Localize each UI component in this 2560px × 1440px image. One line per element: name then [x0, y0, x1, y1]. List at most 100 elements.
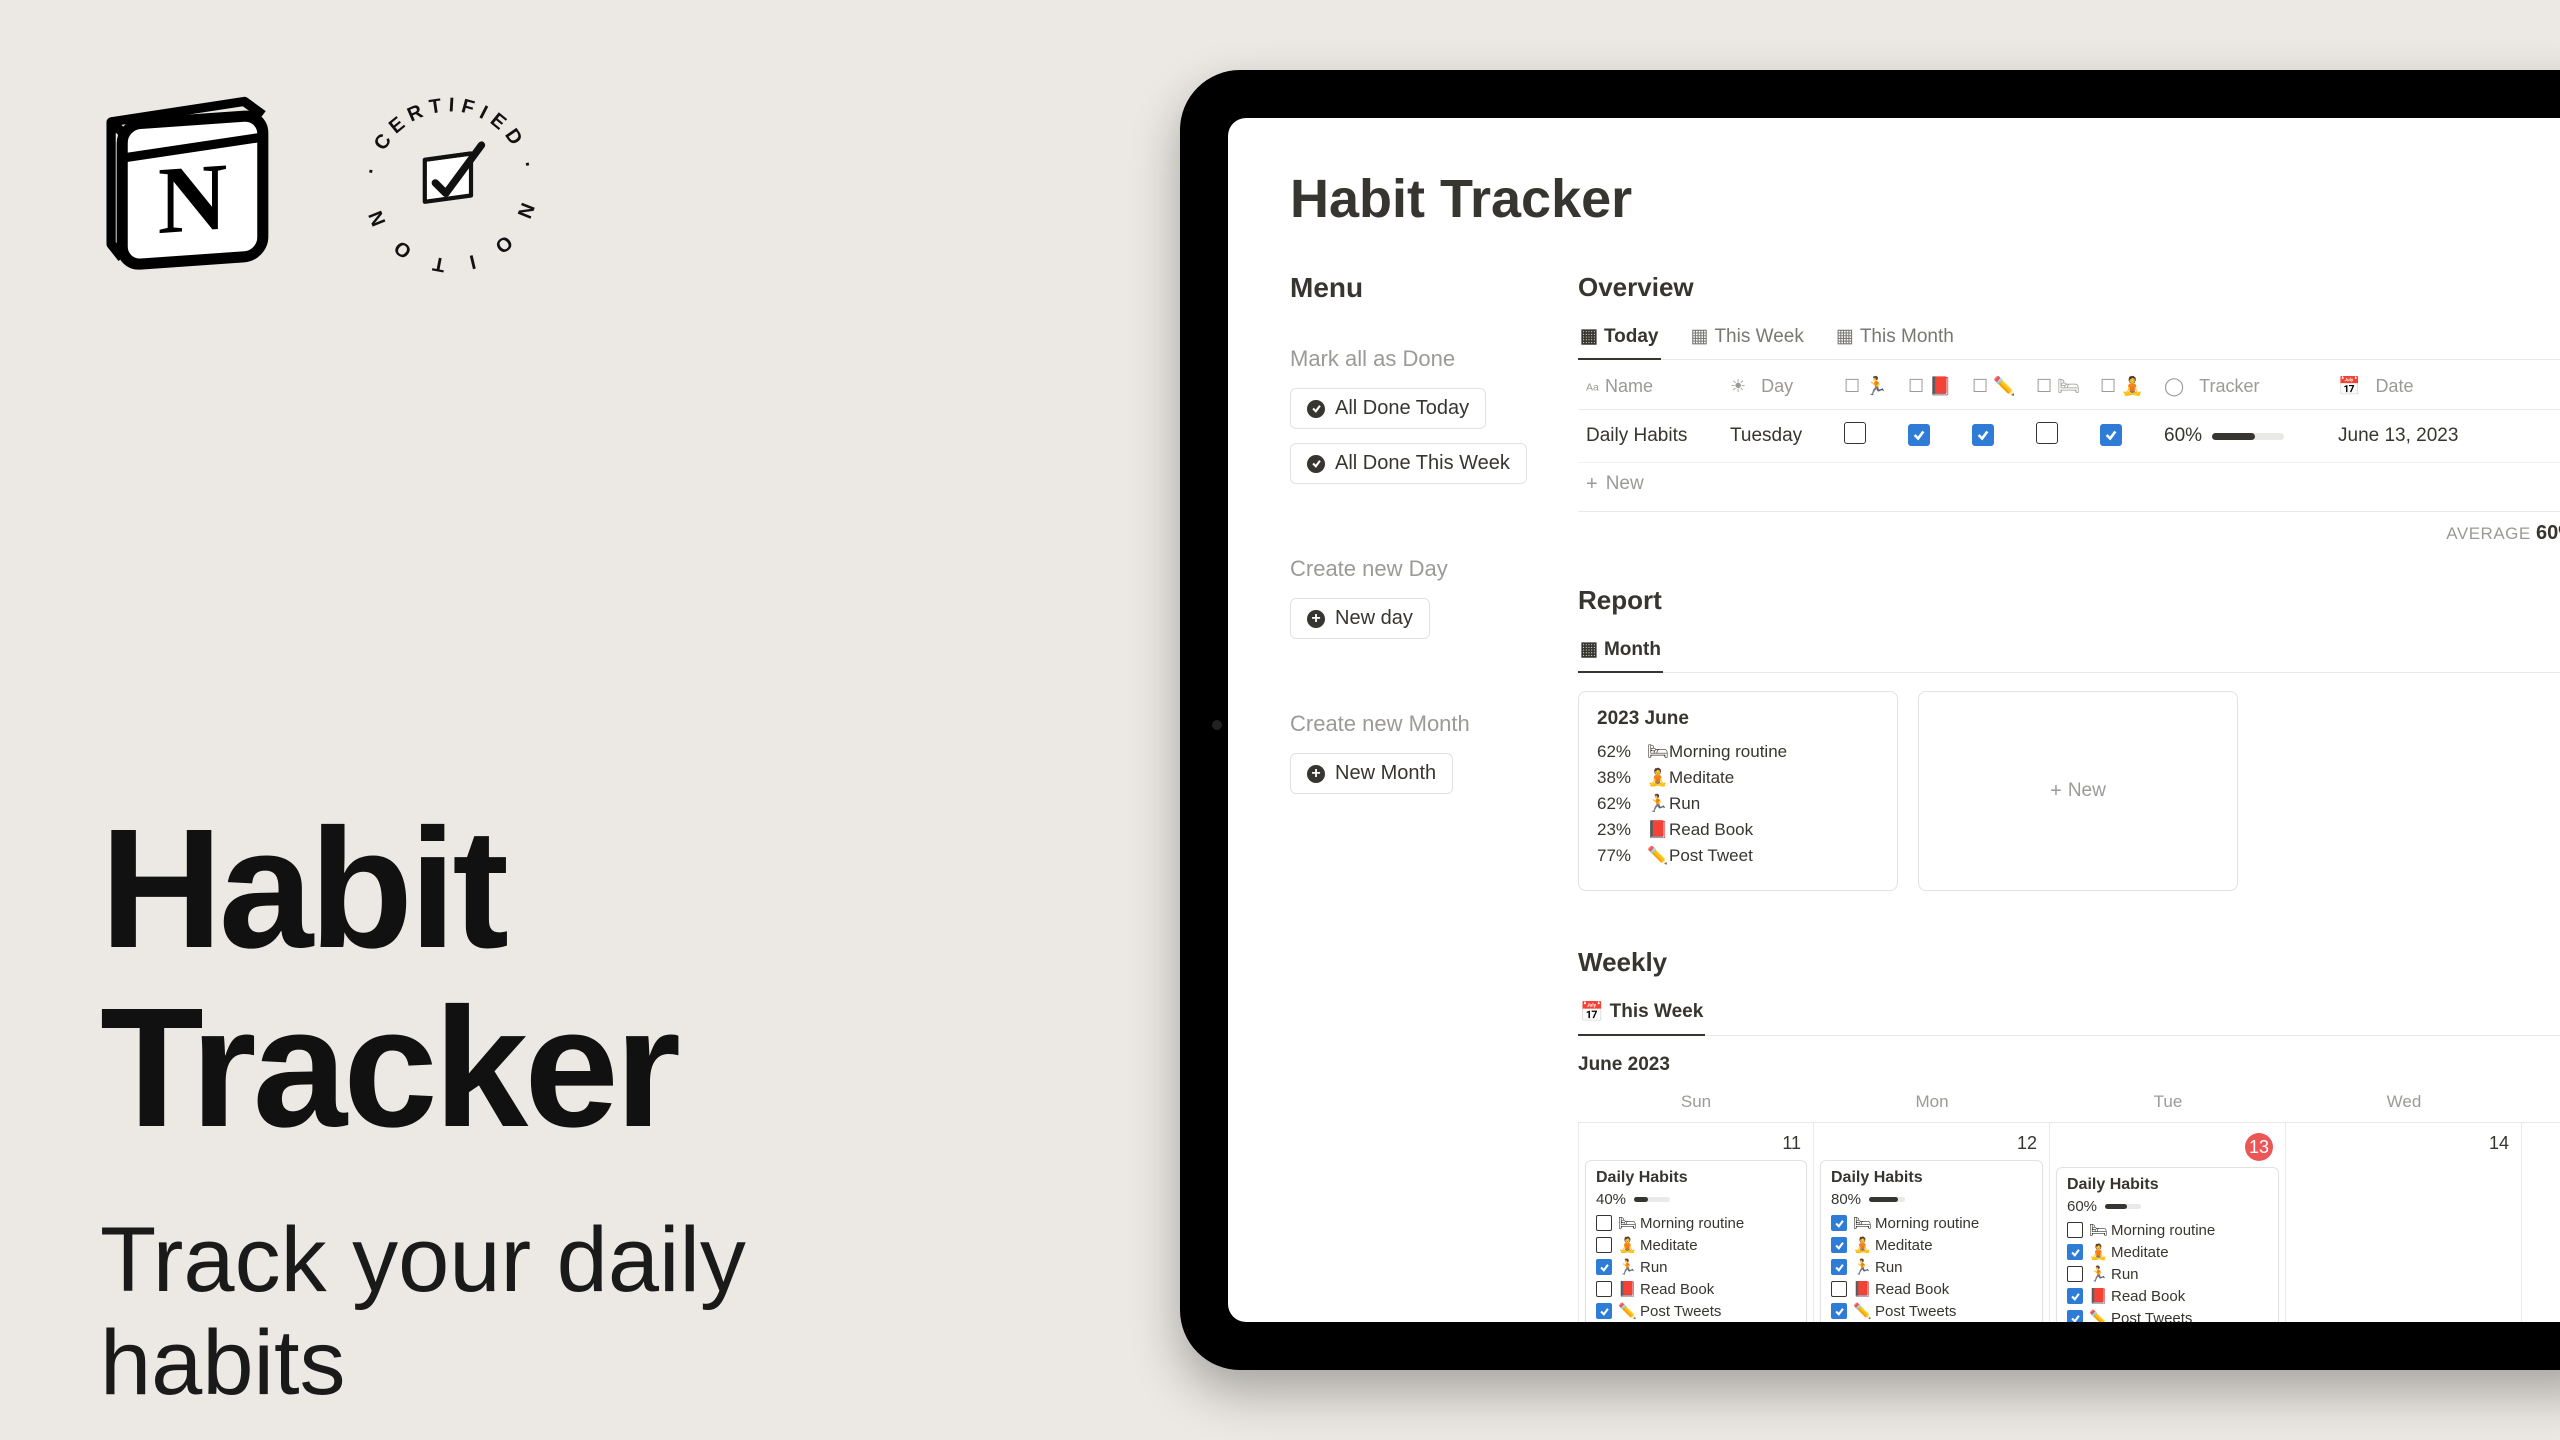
all-done-week-button[interactable]: All Done This Week [1290, 443, 1527, 484]
habit-label: Meditate [1640, 1237, 1698, 1254]
svg-text:N O I T O N: N O I T O N [362, 200, 539, 276]
report-tab-month[interactable]: ▦ Month [1578, 630, 1663, 673]
habit-label: Morning routine [1875, 1215, 1979, 1232]
habit-icon: 🧘 [1618, 1236, 1634, 1254]
row-name: Daily Habits [1586, 425, 1726, 447]
progress-bar [1869, 1197, 1905, 1202]
gallery-icon: ▦ [1580, 638, 1598, 661]
calendar-habit-card[interactable]: Daily Habits40%🛏Morning routine🧘Meditate… [1585, 1160, 1807, 1322]
new-month-button[interactable]: +New Month [1290, 753, 1453, 794]
card-percent: 60% [2067, 1198, 2097, 1215]
calendar-icon: 📅 [2338, 376, 2360, 397]
calendar-date: 11 [1585, 1131, 1807, 1160]
report-card-title: 2023 June [1597, 708, 1879, 730]
habit-checkbox[interactable] [2067, 1266, 2083, 1282]
overview-tabs: ▦Today ▦This Week ▦This Month [1578, 317, 2560, 360]
weekly-heading: Weekly [1578, 947, 2560, 978]
habit-icon: 🛏 [1647, 742, 1663, 762]
report-line: 77%✏️Post Tweet [1597, 846, 1879, 866]
calendar-habit-card[interactable]: Daily Habits 60% 🛏Morning routine 🧘Meditate… [2056, 1167, 2279, 1322]
calendar-date: 13 [2056, 1131, 2279, 1167]
calendar-habit-card[interactable]: Daily Habits80%🛏Morning routine🧘Meditate… [1820, 1160, 2043, 1322]
habit-label: Run [1640, 1259, 1668, 1276]
tracker-bar [2212, 433, 2284, 440]
calendar-habit-row: ✏️Post Tweets [1596, 1302, 1796, 1320]
habit-checkbox[interactable] [2067, 1288, 2083, 1304]
habit-checkbox[interactable] [1596, 1259, 1612, 1275]
progress-bar [1634, 1197, 1670, 1202]
habit-checkbox[interactable] [1831, 1215, 1847, 1231]
habit-checkbox[interactable] [2100, 424, 2122, 446]
habit-icon: 🛏 [2089, 1221, 2105, 1239]
habit-checkbox[interactable] [2067, 1222, 2083, 1238]
habit-label: Post Tweets [1875, 1303, 1956, 1320]
habit-checkbox[interactable] [1596, 1303, 1612, 1319]
calendar-habit-row: ✏️Post Tweets [2067, 1309, 2268, 1322]
calendar-habit-row: 📕Read Book [1596, 1280, 1796, 1298]
habit-icon: 📕 [1647, 820, 1663, 840]
report-line: 23%📕Read Book [1597, 820, 1879, 840]
calendar-month-label: June 2023 [1578, 1054, 2560, 1076]
card-title: Daily Habits [2067, 1176, 2268, 1194]
notion-certified-badge-icon: · CERTIFIED · N O I T O N [345, 80, 555, 290]
button-label: All Done Today [1335, 397, 1469, 420]
calendar-habit-row: 🏃Run [1596, 1258, 1796, 1276]
calendar-date: 14 [2292, 1131, 2515, 1160]
habit-checkbox[interactable] [1831, 1237, 1847, 1253]
report-line: 38%🧘Meditate [1597, 768, 1879, 788]
check-circle-icon [1307, 400, 1325, 418]
habit-checkbox[interactable] [1972, 424, 1994, 446]
promo-title: Habit Tracker [100, 800, 1000, 1157]
check-circle-icon [1307, 455, 1325, 473]
habit-checkbox[interactable] [1596, 1215, 1612, 1231]
all-done-today-button[interactable]: All Done Today [1290, 388, 1486, 429]
habit-checkbox[interactable] [2036, 422, 2058, 444]
habit-checkbox[interactable] [1908, 424, 1930, 446]
overview-tab-this-week[interactable]: ▦This Week [1689, 317, 1806, 360]
calendar-habit-row: 📕Read Book [1831, 1280, 2032, 1298]
habit-checkbox[interactable] [1596, 1281, 1612, 1297]
new-day-button[interactable]: + New day [1290, 598, 1430, 639]
calendar-habit-row: 🧘 Meditate [1596, 1236, 1796, 1254]
calendar-habit-row: 🧘Meditate [2067, 1243, 2268, 1261]
menu-group-label: Mark all as Done [1290, 346, 1540, 372]
habit-checkbox[interactable] [1844, 422, 1866, 444]
habit-icon: 🏃 [1647, 794, 1663, 814]
page-title: Habit Tracker [1290, 168, 2560, 230]
calendar-cell[interactable]: 13 Daily Habits 60% 🛏Morning routine 🧘Medita… [2050, 1123, 2286, 1322]
tablet-frame: Habit Tracker Menu Mark all as DoneAll D… [1180, 70, 2560, 1370]
table-icon: ▦ [1580, 325, 1598, 348]
habit-checkbox[interactable] [1831, 1259, 1847, 1275]
calendar-cell[interactable]: 11Daily Habits40%🛏Morning routine🧘Medita… [1578, 1123, 1814, 1322]
overview-new-row[interactable]: + New [1578, 463, 2560, 512]
button-label: New day [1335, 607, 1413, 630]
calendar-cell[interactable]: 14 [2286, 1123, 2522, 1322]
calendar-cell[interactable]: 12Daily Habits80%🛏Morning routine🧘Medita… [1814, 1123, 2050, 1322]
row-day: Tuesday [1730, 425, 1840, 447]
habit-checkbox[interactable] [2067, 1310, 2083, 1322]
habit-checkbox[interactable] [2067, 1244, 2083, 1260]
report-new-card[interactable]: + New [1918, 691, 2238, 891]
habit-checkbox[interactable] [1831, 1281, 1847, 1297]
calendar-day-label: Wed [2286, 1086, 2522, 1122]
overview-tab-today[interactable]: ▦Today [1578, 317, 1661, 360]
habit-checkbox[interactable] [1596, 1237, 1612, 1253]
habit-icon: 📕 [1853, 1280, 1869, 1298]
card-title: Daily Habits [1831, 1169, 2032, 1187]
habit-checkbox[interactable] [1831, 1303, 1847, 1319]
overview-row[interactable]: Daily Habits Tuesday 60% June 13, 2023 [1578, 410, 2560, 463]
report-card[interactable]: 2023 June 62%🛏Morning routine38%🧘Meditat… [1578, 691, 1898, 891]
calendar-habit-row: 🛏 Morning routine [1831, 1214, 2032, 1232]
habit-label: Meditate [1875, 1237, 1933, 1254]
plus-circle-icon: + [1307, 610, 1325, 628]
habit-icon: 🏃 [1853, 1258, 1869, 1276]
habit-icon: 🛏 [1853, 1214, 1869, 1232]
button-label: New Month [1335, 762, 1436, 785]
calendar-habit-row: 🧘Meditate [1831, 1236, 2032, 1254]
calendar-habit-row: 🛏Morning routine [2067, 1221, 2268, 1239]
weekly-tab-this-week[interactable]: 📅 This Week [1578, 992, 1705, 1036]
menu-group-label: Create new Day [1290, 556, 1540, 582]
habit-icon: 🧘 [2089, 1243, 2105, 1261]
overview-heading: Overview [1578, 272, 2560, 303]
overview-tab-this-month[interactable]: ▦This Month [1834, 317, 1956, 360]
